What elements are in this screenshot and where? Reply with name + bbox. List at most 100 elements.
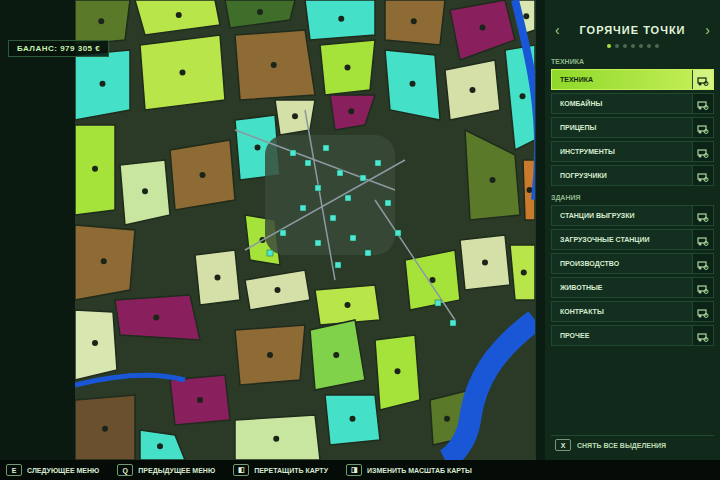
building-icon[interactable]: [375, 160, 381, 166]
category-icon: [692, 118, 713, 137]
field[interactable]: [445, 60, 500, 120]
hotspot-item[interactable]: ТЕХНИКА: [551, 69, 714, 90]
field[interactable]: [310, 320, 365, 390]
building-icon[interactable]: [330, 215, 336, 221]
panel-divider[interactable]: [535, 0, 545, 460]
building-icon[interactable]: [435, 300, 441, 306]
field-marker-icon: [92, 166, 98, 172]
building-icon[interactable]: [267, 250, 273, 256]
field-marker-icon: [101, 258, 107, 264]
field[interactable]: [305, 0, 375, 40]
building-icon[interactable]: [345, 195, 351, 201]
field[interactable]: [460, 235, 510, 290]
map-canvas[interactable]: [75, 0, 535, 460]
panel-section: ЗДАНИЯ СТАНЦИИ ВЫГРУЗКИ ЗАГРУЗОЧНЫЕ СТАН…: [551, 192, 714, 346]
hotspot-item[interactable]: ПРИЦЕПЫ: [551, 117, 714, 138]
hotspot-item[interactable]: ПРОИЗВОДСТВО: [551, 253, 714, 274]
field[interactable]: [375, 335, 420, 410]
category-icon: [692, 206, 713, 225]
field-marker-icon: [411, 18, 417, 24]
field[interactable]: [235, 30, 315, 100]
page-dot[interactable]: [615, 44, 619, 48]
field[interactable]: [170, 375, 230, 425]
category-icon: [692, 166, 713, 185]
field[interactable]: [235, 325, 305, 385]
field-marker-icon: [255, 145, 261, 151]
field[interactable]: [465, 130, 520, 220]
building-icon[interactable]: [365, 250, 371, 256]
hotspot-item[interactable]: КОМБАЙНЫ: [551, 93, 714, 114]
field[interactable]: [235, 415, 320, 460]
hotspot-item[interactable]: ИНСТРУМЕНТЫ: [551, 141, 714, 162]
field[interactable]: [195, 250, 240, 305]
field-marker-icon: [275, 287, 281, 293]
building-icon[interactable]: [280, 230, 286, 236]
field[interactable]: [245, 270, 310, 310]
field[interactable]: [315, 285, 380, 325]
map-ground: [75, 0, 535, 460]
field[interactable]: [385, 0, 445, 45]
field-marker-icon: [410, 81, 416, 87]
field[interactable]: [115, 295, 200, 340]
page-dot[interactable]: [647, 44, 651, 48]
building-icon[interactable]: [323, 145, 329, 151]
field[interactable]: [75, 50, 130, 120]
hotspot-item[interactable]: СТАНЦИИ ВЫГРУЗКИ: [551, 205, 714, 226]
next-button[interactable]: ›: [705, 22, 710, 38]
building-icon[interactable]: [290, 150, 296, 156]
field[interactable]: [75, 225, 135, 300]
field[interactable]: [330, 95, 375, 130]
building-icon[interactable]: [315, 185, 321, 191]
prev-button[interactable]: ‹: [555, 22, 560, 38]
control-hint[interactable]: E СЛЕДУЮЩЕЕ МЕНЮ: [6, 464, 99, 476]
page-dot[interactable]: [607, 44, 611, 48]
page-dot[interactable]: [623, 44, 627, 48]
control-hint[interactable]: Q ПРЕДЫДУЩЕЕ МЕНЮ: [117, 464, 215, 476]
river: [445, 320, 535, 460]
hotspot-item[interactable]: ПОГРУЗЧИКИ: [551, 165, 714, 186]
field-marker-icon: [470, 87, 476, 93]
building-icon[interactable]: [395, 230, 401, 236]
field[interactable]: [385, 50, 440, 120]
key-hint: E: [6, 464, 22, 476]
hotspot-item[interactable]: КОНТРАКТЫ: [551, 301, 714, 322]
field-marker-icon: [257, 9, 263, 15]
key-hint: ◨: [346, 464, 362, 476]
field[interactable]: [510, 245, 535, 300]
building-icon[interactable]: [360, 175, 366, 181]
hotspot-item[interactable]: ЗАГРУЗОЧНЫЕ СТАНЦИИ: [551, 229, 714, 250]
field[interactable]: [170, 140, 235, 210]
page-dot[interactable]: [655, 44, 659, 48]
page-dot[interactable]: [639, 44, 643, 48]
building-icon[interactable]: [305, 160, 311, 166]
field[interactable]: [140, 35, 225, 110]
hotspot-item[interactable]: ЖИВОТНЫЕ: [551, 277, 714, 298]
field[interactable]: [405, 250, 460, 310]
building-icon[interactable]: [300, 205, 306, 211]
building-icon[interactable]: [337, 170, 343, 176]
building-icon[interactable]: [450, 320, 456, 326]
building-icon[interactable]: [350, 235, 356, 241]
control-hint[interactable]: ◨ ИЗМЕНИТЬ МАСШТАБ КАРТЫ: [346, 464, 472, 476]
field[interactable]: [75, 395, 135, 460]
item-label: ПОГРУЗЧИКИ: [560, 172, 607, 179]
field[interactable]: [140, 430, 185, 460]
hotspot-item[interactable]: ПРОЧЕЕ: [551, 325, 714, 346]
clear-selection-button[interactable]: X СНЯТЬ ВСЕ ВЫДЕЛЕНИЯ: [551, 435, 714, 454]
field[interactable]: [135, 0, 220, 35]
field[interactable]: [120, 160, 170, 225]
control-hint[interactable]: ◧ ПЕРЕТАЩИТЬ КАРТУ: [233, 464, 328, 476]
building-icon[interactable]: [315, 240, 321, 246]
field[interactable]: [75, 310, 117, 380]
building-icon[interactable]: [335, 262, 341, 268]
field-marker-icon: [267, 352, 273, 358]
building-icon[interactable]: [385, 200, 391, 206]
field[interactable]: [75, 0, 130, 45]
field[interactable]: [75, 125, 115, 215]
field[interactable]: [325, 395, 380, 445]
page-dot[interactable]: [631, 44, 635, 48]
field[interactable]: [320, 40, 375, 95]
category-icon: [692, 254, 713, 273]
field[interactable]: [225, 0, 295, 28]
map[interactable]: [75, 0, 535, 460]
